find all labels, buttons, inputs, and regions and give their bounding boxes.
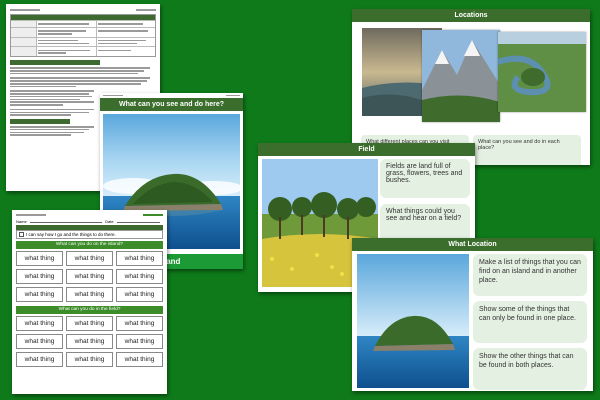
paragraph bbox=[10, 108, 98, 116]
name-date-row: Name Date bbox=[16, 219, 163, 224]
island-photo bbox=[357, 254, 469, 388]
sheet-header bbox=[16, 213, 163, 217]
location-card: What can you see and do in each place? bbox=[473, 135, 581, 165]
table-row bbox=[11, 47, 155, 57]
lesson-table bbox=[10, 13, 156, 58]
locations-slide: Locations What different places can you … bbox=[352, 9, 590, 165]
answer-cell: what thing bbox=[66, 351, 113, 367]
worksheet-sheet: Name Date I can say how I go and the thi… bbox=[12, 210, 167, 394]
answer-cell: what thing bbox=[116, 268, 163, 284]
river-bend-photo bbox=[498, 32, 586, 112]
task-card: Show some of the things that can only be… bbox=[473, 301, 587, 343]
field-cards: Fields are land full of grass, flowers, … bbox=[380, 159, 470, 249]
answer-cell: what thing bbox=[16, 315, 63, 331]
date-label: Date bbox=[105, 218, 114, 224]
answer-cell: what thing bbox=[66, 315, 113, 331]
question-bar: What can you do on the island? bbox=[16, 240, 163, 249]
name-label: Name bbox=[16, 218, 27, 224]
slide-title: Field bbox=[258, 143, 475, 156]
answer-cell: what thing bbox=[16, 268, 63, 284]
what-location-cards: Make a list of things that you can find … bbox=[473, 254, 587, 391]
answer-cell: what thing bbox=[116, 286, 163, 302]
answer-cell: what thing bbox=[16, 250, 63, 266]
paragraph bbox=[10, 125, 98, 136]
question-bar: What can you do in the field? bbox=[16, 305, 163, 314]
slide-title: What Location bbox=[352, 238, 593, 251]
answer-cell: what thing bbox=[116, 250, 163, 266]
sheet-header bbox=[10, 8, 156, 12]
section-bar bbox=[10, 60, 100, 66]
paragraph bbox=[10, 90, 98, 106]
answer-cell: what thing bbox=[66, 333, 113, 349]
table-row bbox=[11, 37, 155, 48]
answer-cell: what thing bbox=[66, 268, 113, 284]
slide-title: Locations bbox=[352, 9, 590, 22]
task-card: Make a list of things that you can find … bbox=[473, 254, 587, 296]
answer-grid: what thing what thing what thing what thing… bbox=[16, 250, 163, 302]
task-card: Show the other things that can be found … bbox=[473, 348, 587, 390]
table-row bbox=[11, 27, 155, 38]
slide-title: What can you see and do here? bbox=[100, 98, 243, 111]
paragraph bbox=[10, 77, 156, 88]
mountain-photo bbox=[422, 30, 500, 122]
field-card: Fields are land full of grass, flowers, … bbox=[380, 159, 470, 198]
answer-cell: what thing bbox=[16, 286, 63, 302]
learning-objective: I can say how I go and the things to do … bbox=[16, 229, 163, 239]
answer-cell: what thing bbox=[16, 333, 63, 349]
table-row bbox=[11, 20, 155, 28]
answer-cell: what thing bbox=[66, 250, 113, 266]
checkbox-icon bbox=[19, 231, 24, 237]
answer-cell: what thing bbox=[16, 351, 63, 367]
what-location-slide: What Location Make a list of things that… bbox=[352, 238, 593, 391]
section-bar bbox=[10, 118, 70, 124]
paragraph bbox=[10, 67, 156, 75]
worksheet-footer bbox=[16, 370, 163, 374]
answer-cell: what thing bbox=[116, 333, 163, 349]
answer-cell: what thing bbox=[116, 351, 163, 367]
answer-cell: what thing bbox=[66, 286, 113, 302]
location-photos bbox=[352, 28, 590, 122]
answer-grid: what thing what thing what thing what thing… bbox=[16, 315, 163, 367]
answer-cell: what thing bbox=[116, 315, 163, 331]
